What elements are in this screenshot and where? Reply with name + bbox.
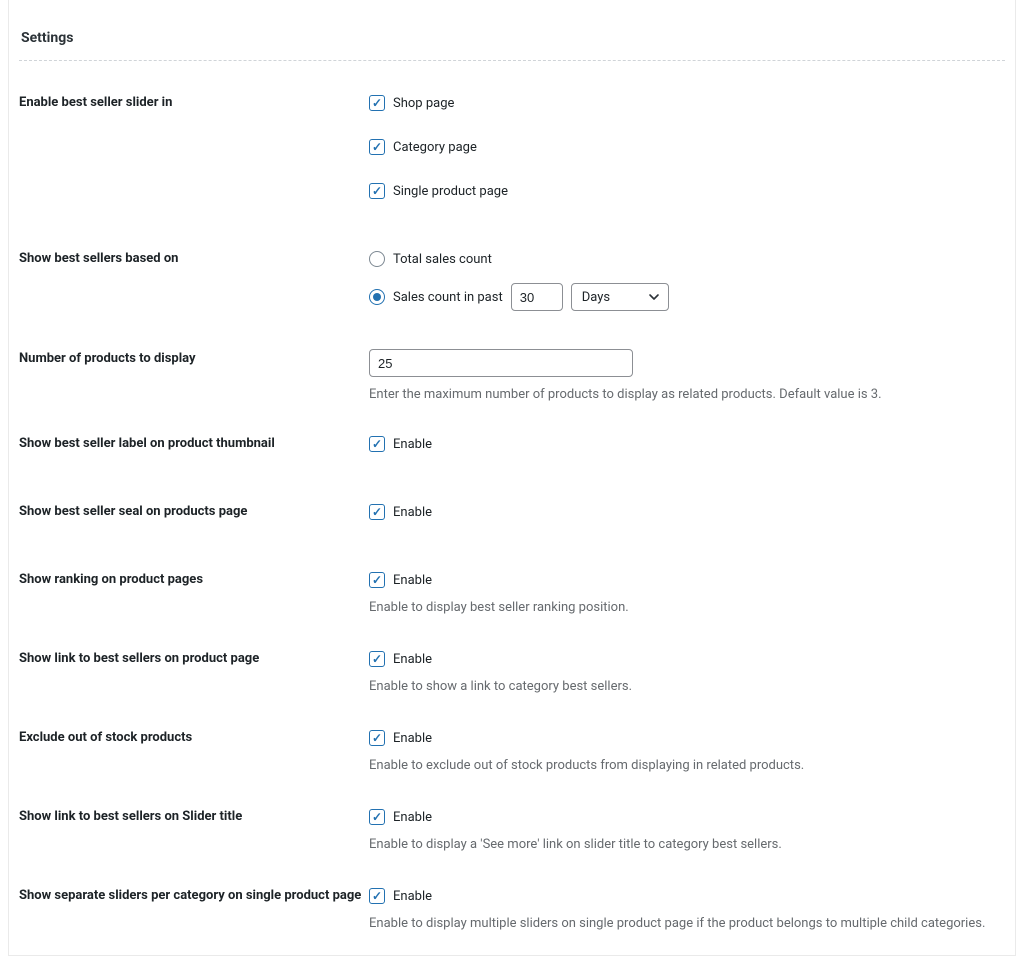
help-text: Enable to exclude out of stock products … <box>369 758 1005 773</box>
checkbox-ranking[interactable] <box>369 572 385 588</box>
spacer <box>19 872 1005 886</box>
select-past-unit[interactable]: Days <box>571 283 669 311</box>
row-label: Show ranking on product pages <box>19 570 369 587</box>
page-title: Settings <box>19 10 1005 54</box>
radio-total-sales[interactable] <box>369 251 385 267</box>
checkbox-link-slider-title[interactable] <box>369 809 385 825</box>
checkbox-label: Shop page <box>393 96 454 111</box>
spacer <box>19 331 1005 349</box>
row-enable-slider: Enable best seller slider in Shop page C… <box>19 93 1005 221</box>
option-shop-page: Shop page <box>369 93 1005 113</box>
label-num-products: Number of products to display <box>19 349 369 366</box>
row-label: Exclude out of stock products <box>19 728 369 745</box>
row-label: Show best seller label on product thumbn… <box>19 434 369 451</box>
row-link-product: Show link to best sellers on product pag… <box>19 649 1005 714</box>
row-sep-sliders: Show separate sliders per category on si… <box>19 886 1005 935</box>
checkbox-label: Enable <box>393 810 432 825</box>
row-label: Show best seller seal on products page <box>19 502 369 519</box>
radio-label: Total sales count <box>393 252 492 267</box>
enable-slider-options: Shop page Category page Single product p… <box>369 93 1005 201</box>
checkbox-label: Enable <box>393 573 432 588</box>
spacer <box>19 714 1005 728</box>
option-single-product-page: Single product page <box>369 181 1005 201</box>
row-seal-page: Show best seller seal on products page E… <box>19 502 1005 542</box>
spacer <box>19 474 1005 502</box>
help-text: Enable to display a 'See more' link on s… <box>369 837 1005 852</box>
spacer <box>19 422 1005 434</box>
radio-sales-past[interactable] <box>369 289 385 305</box>
checkbox-shop-page[interactable] <box>369 95 385 111</box>
row-exclude-oos: Exclude out of stock products Enable Ena… <box>19 728 1005 793</box>
settings-panel: Settings Enable best seller slider in Sh… <box>8 0 1016 956</box>
spacer <box>19 635 1005 649</box>
spacer <box>19 793 1005 807</box>
help-text: Enable to display best seller ranking po… <box>369 600 1005 615</box>
checkbox-label: Enable <box>393 437 432 452</box>
row-num-products: Number of products to display Enter the … <box>19 349 1005 422</box>
checkbox-link-product[interactable] <box>369 651 385 667</box>
option-sales-past: Sales count in past Days <box>369 283 1005 311</box>
based-on-options: Total sales count Sales count in past Da… <box>369 249 1005 311</box>
checkbox-single-product-page[interactable] <box>369 183 385 199</box>
checkbox-category-page[interactable] <box>369 139 385 155</box>
checkbox-label: Enable <box>393 652 432 667</box>
row-label: Show separate sliders per category on si… <box>19 886 369 903</box>
checkbox-sep-sliders[interactable] <box>369 888 385 904</box>
label-based-on: Show best sellers based on <box>19 249 369 266</box>
divider <box>19 60 1005 61</box>
help-text: Enable to show a link to category best s… <box>369 679 1005 694</box>
checkbox-label-thumb[interactable] <box>369 436 385 452</box>
checkbox-label: Enable <box>393 731 432 746</box>
row-label: Show link to best sellers on Slider titl… <box>19 807 369 824</box>
checkbox-label: Enable <box>393 505 432 520</box>
input-num-products[interactable] <box>369 349 633 377</box>
help-text: Enable to display multiple sliders on si… <box>369 916 1005 931</box>
checkbox-seal-page[interactable] <box>369 504 385 520</box>
row-label-thumb: Show best seller label on product thumbn… <box>19 434 1005 474</box>
spacer <box>19 221 1005 249</box>
row-based-on: Show best sellers based on Total sales c… <box>19 249 1005 331</box>
radio-label: Sales count in past <box>393 290 503 305</box>
row-ranking: Show ranking on product pages Enable Ena… <box>19 570 1005 635</box>
option-category-page: Category page <box>369 137 1005 157</box>
input-past-days[interactable] <box>511 283 563 311</box>
option-total-sales: Total sales count <box>369 249 1005 269</box>
checkbox-label: Category page <box>393 140 477 155</box>
row-label: Show link to best sellers on product pag… <box>19 649 369 666</box>
spacer <box>19 542 1005 570</box>
help-num-products: Enter the maximum number of products to … <box>369 387 1005 402</box>
checkbox-exclude-oos[interactable] <box>369 730 385 746</box>
label-enable-slider: Enable best seller slider in <box>19 93 369 110</box>
row-link-slider-title: Show link to best sellers on Slider titl… <box>19 807 1005 872</box>
checkbox-label: Single product page <box>393 184 508 199</box>
select-value: Days <box>582 290 610 305</box>
checkbox-label: Enable <box>393 889 432 904</box>
chevron-down-icon <box>648 291 660 303</box>
